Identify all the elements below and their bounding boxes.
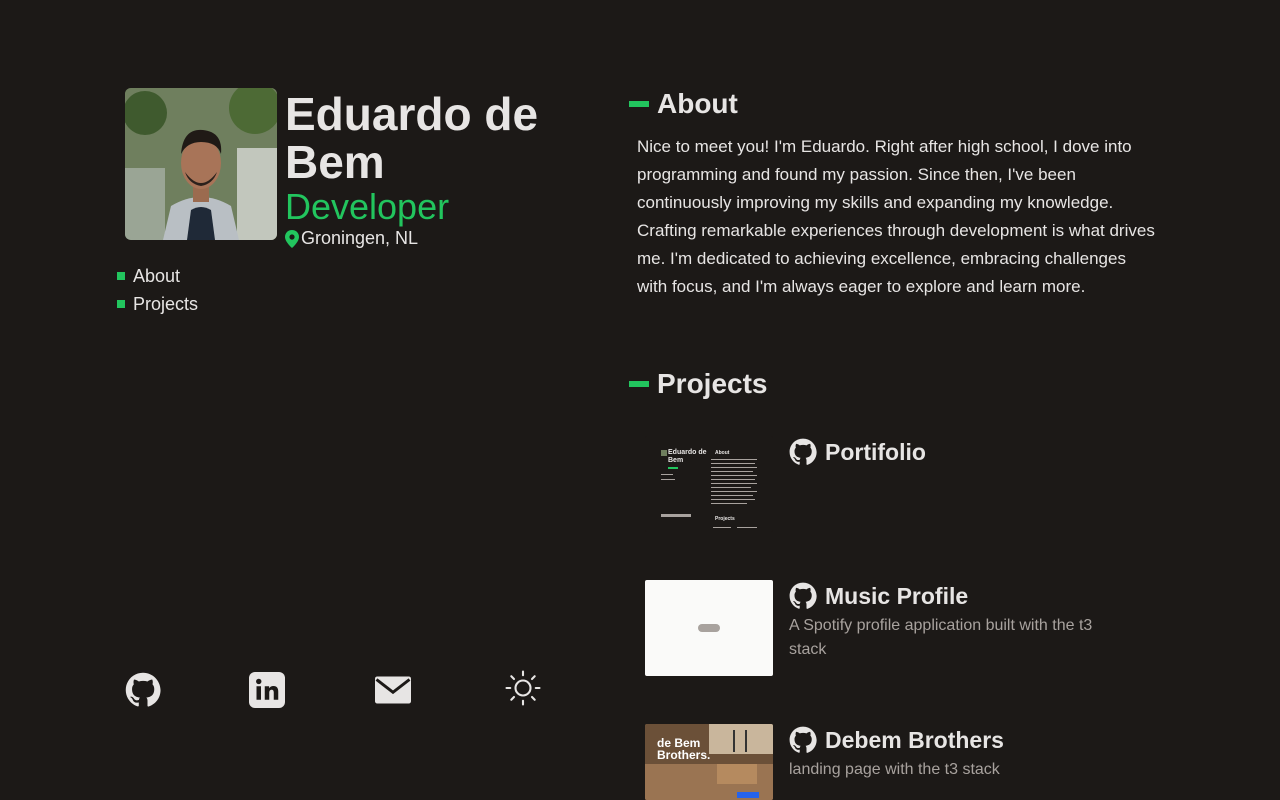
github-icon xyxy=(789,582,817,609)
identity-block: Eduardo de Bem Developer Groningen, NL xyxy=(285,88,545,249)
heading-bar xyxy=(629,101,649,107)
profile-role: Developer xyxy=(285,186,450,227)
avatar xyxy=(125,88,277,240)
profile-name: Eduardo de Bem xyxy=(285,88,539,188)
about-text: Nice to meet you! I'm Eduardo. Right aft… xyxy=(637,137,1155,296)
projects-heading: Projects xyxy=(629,368,768,400)
thumb-text: de Bem Brothers. xyxy=(657,736,711,762)
location: Groningen, NL xyxy=(285,228,545,249)
nav-bullet xyxy=(117,272,125,280)
heading-bar xyxy=(629,381,649,387)
project-name: Debem Brothers xyxy=(825,726,1004,753)
mail-icon[interactable] xyxy=(375,672,411,708)
project-title: Debem Brothers xyxy=(789,724,1119,756)
project-title: Music Profile xyxy=(789,580,1119,612)
sun-icon[interactable] xyxy=(505,670,541,706)
profile-header: Eduardo de Bem Developer Groningen, NL xyxy=(125,88,545,249)
location-label: Groningen, NL xyxy=(301,228,419,248)
nav-item-projects[interactable]: Projects xyxy=(117,290,198,318)
github-icon[interactable] xyxy=(125,672,161,708)
nav-label: About xyxy=(133,265,181,286)
nav-label: Projects xyxy=(133,293,199,314)
project-name: Music Profile xyxy=(825,582,969,609)
project-name: Portifolio xyxy=(825,438,926,465)
project-info: Music Profile A Spotify profile applicat… xyxy=(789,580,1119,662)
project-card-debem-brothers[interactable]: de Bem Brothers. Debem Brothers landing … xyxy=(645,724,1165,800)
project-thumbnail xyxy=(645,580,773,676)
project-info: Portifolio xyxy=(789,436,1119,468)
about-heading: About xyxy=(629,88,738,120)
project-description: landing page with the t3 stack xyxy=(789,761,1000,778)
section-nav: About Projects xyxy=(117,262,198,318)
nav-bullet xyxy=(117,300,125,308)
project-description: A Spotify profile application built with… xyxy=(789,617,1093,658)
project-card-music-profile[interactable]: Music Profile A Spotify profile applicat… xyxy=(645,580,1165,676)
project-thumbnail: Eduardo de Bem About Projects xyxy=(645,436,773,532)
project-thumbnail: de Bem Brothers. xyxy=(645,724,773,800)
linkedin-icon[interactable] xyxy=(249,672,285,708)
project-title: Portifolio xyxy=(789,436,1119,468)
map-pin-icon xyxy=(285,229,299,248)
project-card-portifolio[interactable]: Eduardo de Bem About Projects Portifolio xyxy=(645,436,1165,532)
about-title: About xyxy=(657,88,738,119)
portfolio-page: Eduardo de Bem Developer Groningen, NL A… xyxy=(0,0,1280,800)
project-info: Debem Brothers landing page with the t3 … xyxy=(789,724,1119,782)
social-links xyxy=(125,670,545,712)
github-icon xyxy=(789,438,817,465)
projects-title: Projects xyxy=(657,368,768,399)
github-icon xyxy=(789,726,817,753)
nav-item-about[interactable]: About xyxy=(117,262,198,290)
